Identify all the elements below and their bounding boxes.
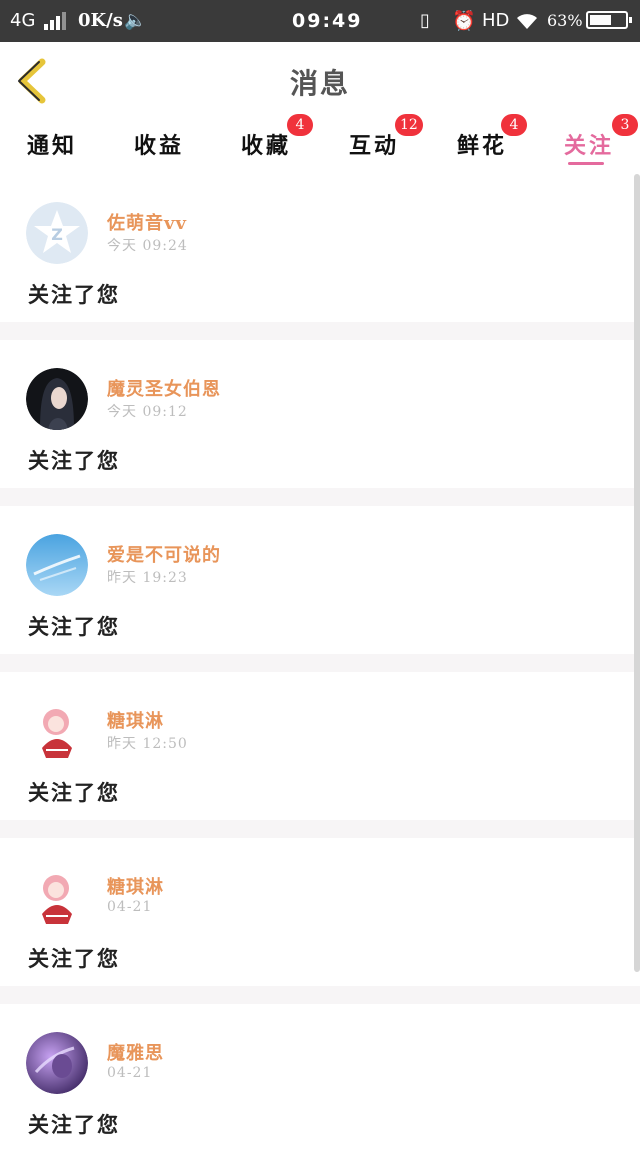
signal-icon xyxy=(44,12,66,30)
clock: 09:49 xyxy=(292,10,363,32)
tab-bar: 通知 收益 收藏 4 互动 12 鲜花 4 关注 3 xyxy=(0,114,640,172)
divider xyxy=(0,488,640,506)
message-text: 关注了您 xyxy=(28,448,120,473)
message-time: 昨天 19:23 xyxy=(107,570,188,586)
unread-badge: 12 xyxy=(395,114,423,136)
tab-label: 鲜花 xyxy=(457,133,508,159)
tab-label: 通知 xyxy=(27,133,78,159)
divider xyxy=(0,986,640,1004)
svg-text:Z: Z xyxy=(51,225,63,244)
pink-chibi-avatar-icon[interactable] xyxy=(26,700,88,762)
tab-label: 互动 xyxy=(349,133,400,159)
scrollbar[interactable] xyxy=(634,174,640,972)
tab-label: 收益 xyxy=(134,133,185,159)
message-time: 04-21 xyxy=(107,1065,153,1081)
unread-badge: 4 xyxy=(501,114,527,136)
tab-label: 关注 xyxy=(564,133,615,159)
list-item[interactable]: Z 佐萌音vv 今天 09:24 关注了您 xyxy=(0,174,640,322)
sky-avatar-icon[interactable] xyxy=(26,534,88,596)
message-text: 关注了您 xyxy=(28,614,120,639)
message-text: 关注了您 xyxy=(28,282,120,307)
tab-notice[interactable]: 通知 xyxy=(27,128,77,168)
message-time: 今天 09:24 xyxy=(107,238,188,254)
divider xyxy=(0,820,640,838)
speaker-icon: 🔈 xyxy=(124,10,147,31)
list-item[interactable]: 糖琪淋 04-21 关注了您 xyxy=(0,838,640,986)
user-name[interactable]: 糖琪淋 xyxy=(107,707,164,733)
battery-icon xyxy=(586,11,632,29)
list-item[interactable]: 爱是不可说的 昨天 19:23 关注了您 xyxy=(0,506,640,654)
unread-badge: 3 xyxy=(612,114,638,136)
network-type: 4G xyxy=(10,10,36,31)
message-text: 关注了您 xyxy=(28,780,120,805)
anime-girl-dark-avatar-icon[interactable] xyxy=(26,368,88,430)
hd-indicator: HD xyxy=(482,10,510,31)
user-name[interactable]: 糖琪淋 xyxy=(107,873,164,899)
message-time: 04-21 xyxy=(107,899,153,915)
message-text: 关注了您 xyxy=(28,946,120,971)
network-speed: 0K/s xyxy=(78,10,123,31)
tab-income[interactable]: 收益 xyxy=(134,128,184,168)
divider xyxy=(0,654,640,672)
header: 消息 xyxy=(0,42,640,121)
active-tab-indicator xyxy=(568,162,604,165)
list-item[interactable]: 糖琪淋 昨天 12:50 关注了您 xyxy=(0,672,640,820)
default-star-avatar-icon[interactable]: Z xyxy=(26,202,88,264)
status-bar: 4G 0K/s 🔈 09:49 ▯ ⏰ HD 63% xyxy=(0,0,640,42)
page-title: 消息 xyxy=(289,67,350,100)
battery-percent: 63% xyxy=(547,11,583,30)
divider xyxy=(0,322,640,340)
message-list: Z 佐萌音vv 今天 09:24 关注了您 魔灵圣女伯恩 今天 09:12 关注… xyxy=(0,174,640,1152)
user-name[interactable]: 魔灵圣女伯恩 xyxy=(107,375,221,401)
message-text: 关注了您 xyxy=(28,1112,120,1137)
user-name[interactable]: 魔雅思 xyxy=(107,1039,164,1065)
wifi-icon xyxy=(517,14,537,29)
user-name[interactable]: 爱是不可说的 xyxy=(107,541,221,567)
tab-interaction[interactable]: 互动 12 xyxy=(349,114,423,168)
tab-favorites[interactable]: 收藏 4 xyxy=(241,114,313,168)
tab-follow[interactable]: 关注 3 xyxy=(564,114,638,168)
purple-anime-avatar-icon[interactable] xyxy=(26,1032,88,1094)
pink-chibi-avatar-icon[interactable] xyxy=(26,866,88,928)
unread-badge: 4 xyxy=(287,114,313,136)
list-item[interactable]: 魔雅思 04-21 关注了您 xyxy=(0,1004,640,1152)
list-item[interactable]: 魔灵圣女伯恩 今天 09:12 关注了您 xyxy=(0,340,640,488)
alarm-icon: ⏰ xyxy=(452,10,476,32)
message-time: 昨天 12:50 xyxy=(107,736,188,752)
tab-label: 收藏 xyxy=(241,133,292,159)
tab-flowers[interactable]: 鲜花 4 xyxy=(457,114,527,168)
vibrate-icon: ▯ xyxy=(420,10,430,31)
message-time: 今天 09:12 xyxy=(107,404,188,420)
user-name[interactable]: 佐萌音vv xyxy=(107,209,187,235)
